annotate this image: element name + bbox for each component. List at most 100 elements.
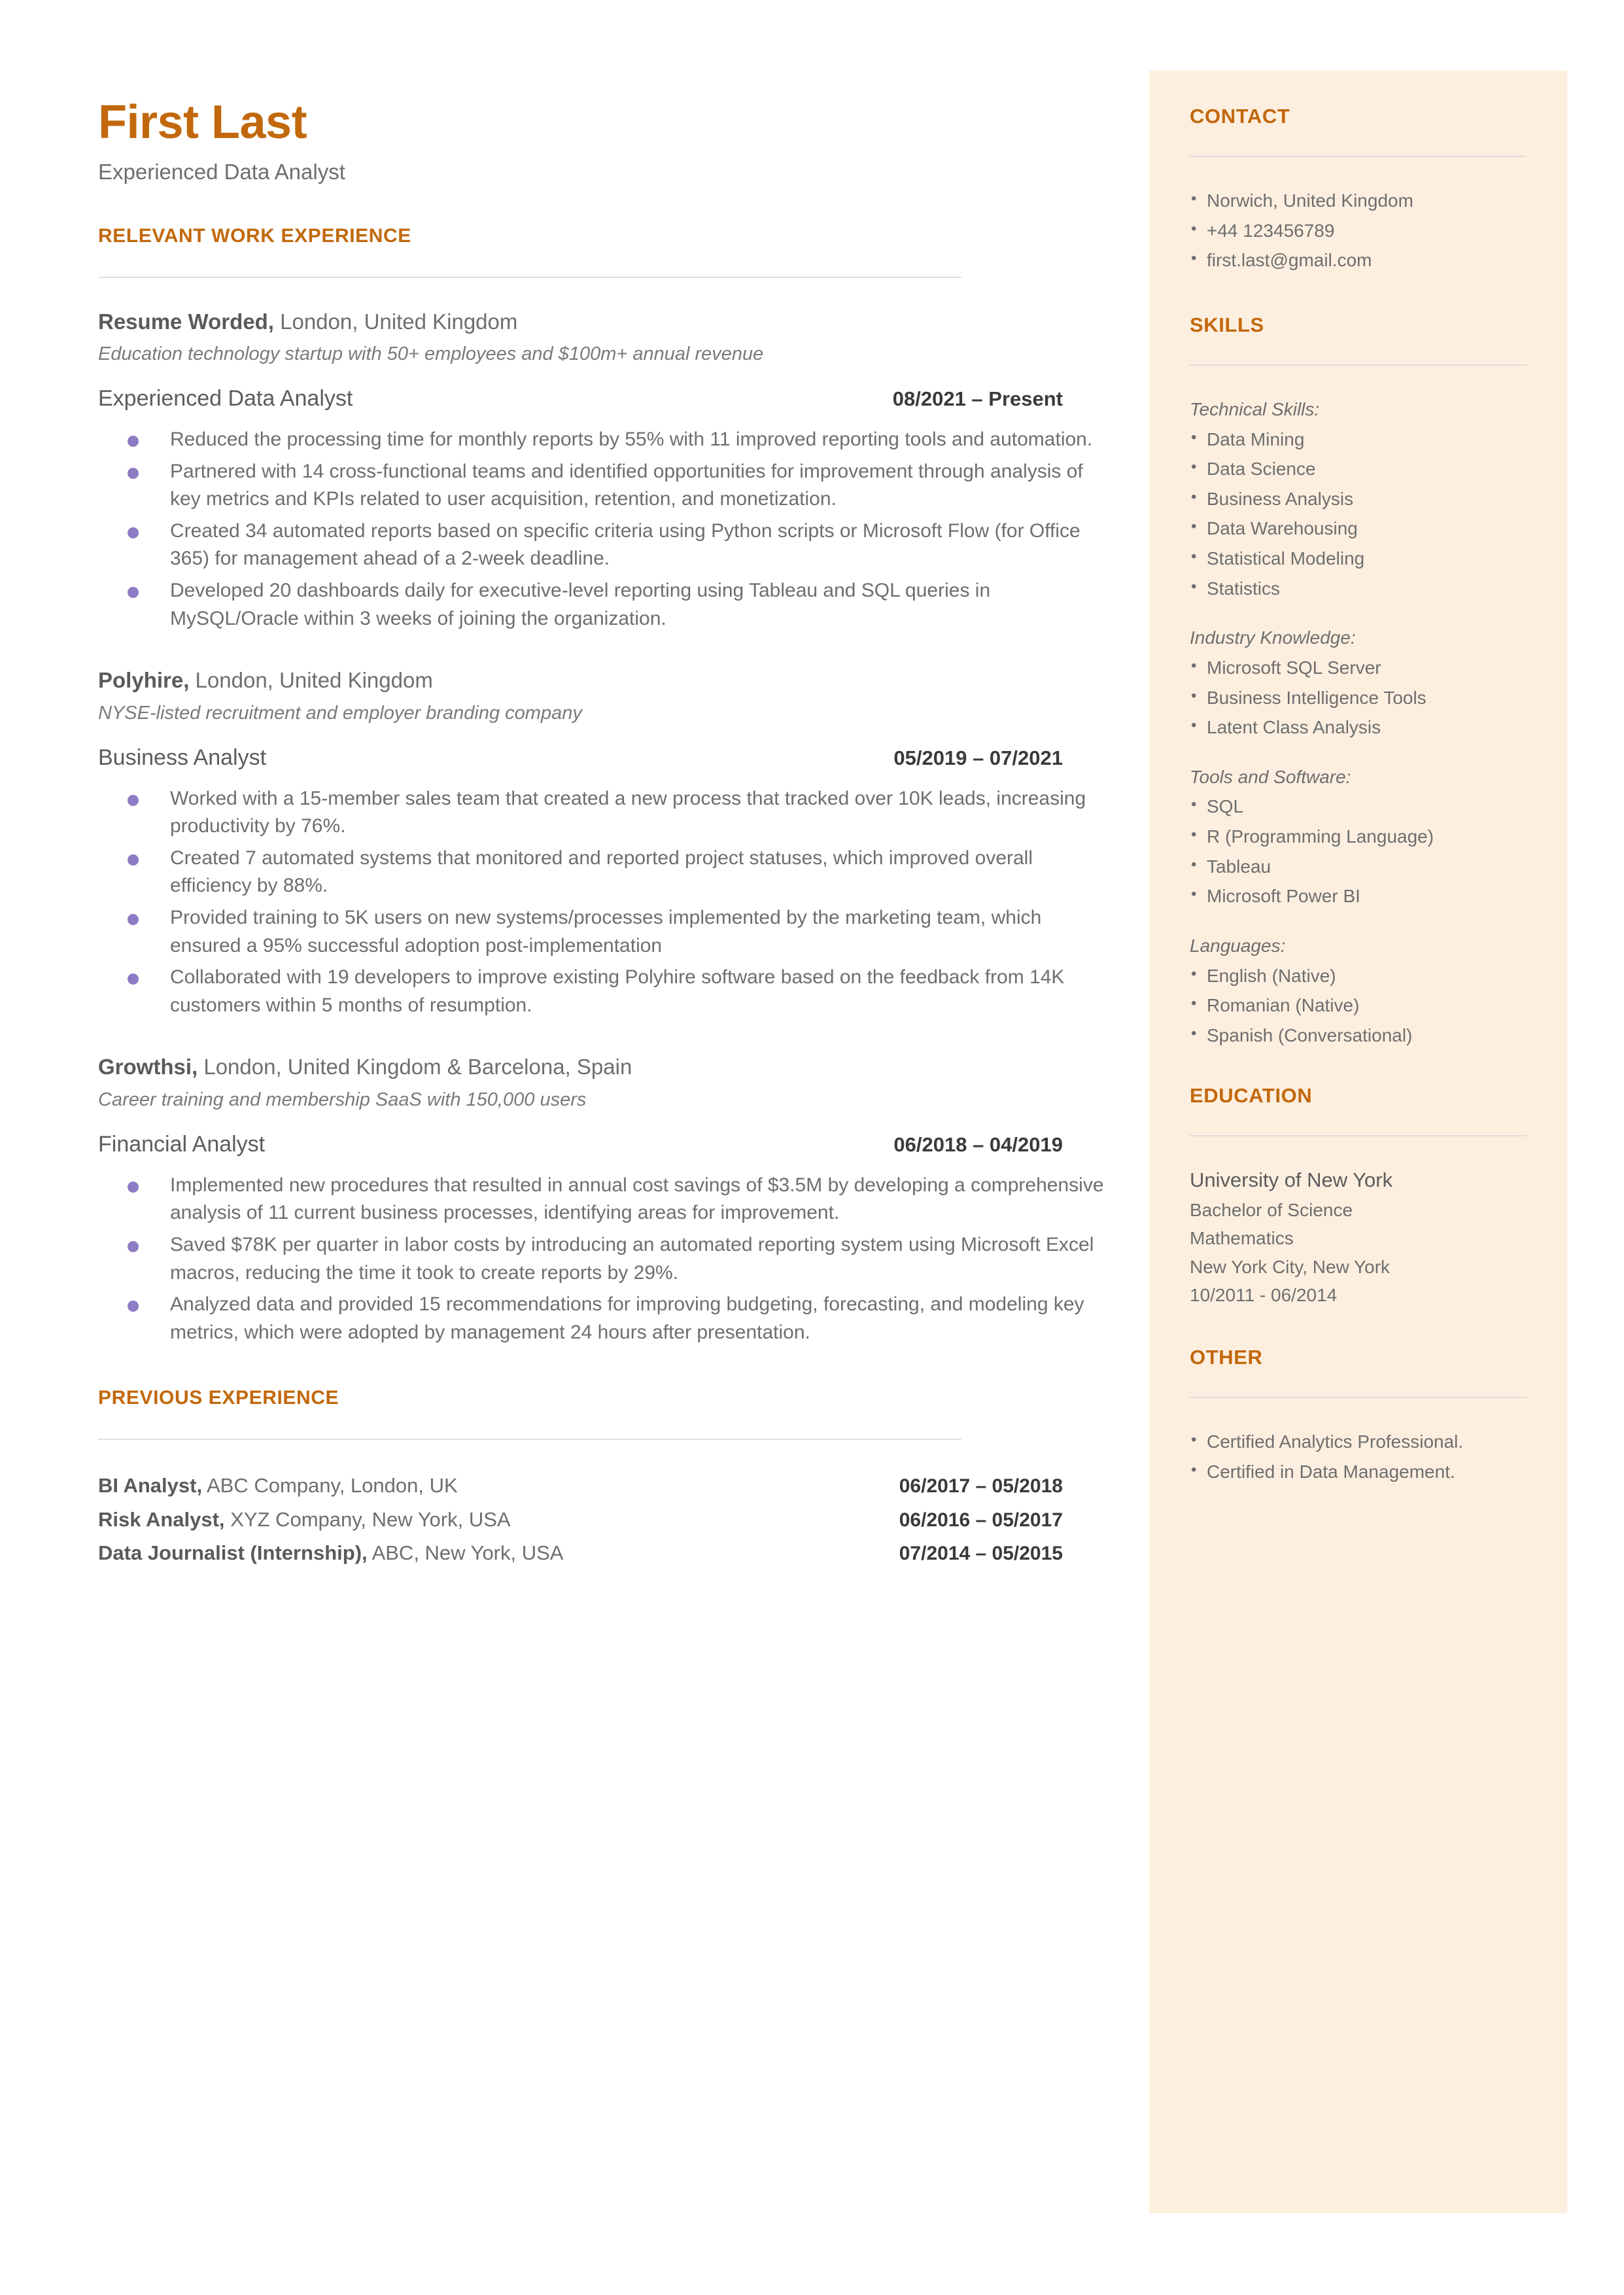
company-name: Growthsi, bbox=[98, 1055, 198, 1079]
role-row: Experienced Data Analyst 08/2021 – Presen… bbox=[98, 386, 1063, 412]
section-divider bbox=[98, 276, 961, 278]
section-heading-skills: SKILLS bbox=[1190, 313, 1264, 336]
company-name: Polyhire, bbox=[98, 668, 190, 693]
education-major: Mathematics bbox=[1190, 1228, 1294, 1249]
education-location: New York City, New York bbox=[1190, 1256, 1391, 1277]
skill-group-label: Industry Knowledge: bbox=[1190, 627, 1356, 648]
work-experience-list: Resume Worded, London, United Kingdom Edu… bbox=[98, 307, 1105, 1347]
skill-group-label: Languages: bbox=[1190, 935, 1286, 956]
company-location: London, United Kingdom bbox=[273, 309, 518, 334]
previous-experience-row: Data Journalist (Internship), ABC, New Y… bbox=[98, 1536, 1063, 1570]
main-column: First Last Experienced Data Analyst RELE… bbox=[98, 97, 1105, 1570]
previous-experience-label: BI Analyst, ABC Company, London, UK bbox=[98, 1469, 458, 1502]
skill-item: Romanian (Native) bbox=[1190, 990, 1527, 1021]
skill-item: Statistical Modeling bbox=[1190, 544, 1527, 574]
achievement-bullet: Reduced the processing time for monthly … bbox=[128, 426, 1105, 454]
company-description: NYSE-listed recruitment and employer bra… bbox=[98, 703, 582, 724]
previous-experience-row: BI Analyst, ABC Company, London, UK 06/20… bbox=[98, 1469, 1063, 1503]
role-title: Financial Analyst bbox=[98, 1131, 266, 1157]
previous-role-title: BI Analyst, bbox=[98, 1474, 203, 1498]
skill-item: Business Analysis bbox=[1190, 484, 1527, 514]
company-location: London, United Kingdom & Barcelona, Spai… bbox=[198, 1055, 632, 1079]
achievement-bullet: Worked with a 15-member sales team that … bbox=[128, 785, 1105, 841]
role-dates: 06/2018 – 04/2019 bbox=[893, 1132, 1063, 1156]
skill-item: Data Science bbox=[1190, 454, 1527, 484]
section-heading-work: RELEVANT WORK EXPERIENCE bbox=[98, 224, 411, 247]
contact-list: Norwich, United Kingdom+44 123456789firs… bbox=[1190, 186, 1527, 275]
skill-list: English (Native)Romanian (Native)Spanish… bbox=[1190, 961, 1527, 1051]
contact-item[interactable]: Norwich, United Kingdom bbox=[1190, 186, 1527, 216]
skill-item: Data Mining bbox=[1190, 425, 1527, 455]
skill-item: Spanish (Conversational) bbox=[1190, 1021, 1527, 1051]
skill-item: Statistics bbox=[1190, 574, 1527, 604]
company-line: Growthsi, London, United Kingdom & Barce… bbox=[98, 1052, 1105, 1083]
achievement-bullet: Partnered with 14 cross-functional teams… bbox=[128, 458, 1105, 514]
previous-role-dates: 07/2014 – 05/2015 bbox=[899, 1543, 1063, 1565]
contact-item[interactable]: +44 123456789 bbox=[1190, 216, 1527, 246]
achievement-bullet: Saved $78K per quarter in labor costs by… bbox=[128, 1231, 1105, 1287]
role-dates: 08/2021 – Present bbox=[892, 387, 1063, 411]
skill-item: Latent Class Analysis bbox=[1190, 712, 1527, 743]
education-degree: Bachelor of Science bbox=[1190, 1199, 1353, 1220]
section-heading-previous: PREVIOUS EXPERIENCE bbox=[98, 1387, 339, 1409]
skills-groups: Technical Skills: Data MiningData Science… bbox=[1190, 394, 1527, 1051]
achievement-bullet: Created 34 automated reports based on sp… bbox=[128, 517, 1105, 573]
section-heading-contact: CONTACT bbox=[1190, 105, 1290, 128]
education-school: University of New York bbox=[1190, 1168, 1393, 1192]
skill-item: Microsoft Power BI bbox=[1190, 881, 1527, 911]
previous-experience-label: Risk Analyst, XYZ Company, New York, USA bbox=[98, 1503, 511, 1536]
previous-role-detail: ABC Company, London, UK bbox=[202, 1474, 458, 1498]
other-item: Certified in Data Management. bbox=[1190, 1457, 1527, 1487]
skill-list: Data MiningData ScienceBusiness Analysis… bbox=[1190, 425, 1527, 604]
section-divider bbox=[1190, 1397, 1527, 1399]
skill-list: SQLR (Programming Language)TableauMicros… bbox=[1190, 792, 1527, 911]
skill-item: Tableau bbox=[1190, 852, 1527, 882]
work-experience-entry: Resume Worded, London, United Kingdom Edu… bbox=[98, 307, 1105, 633]
work-experience-entry: Growthsi, London, United Kingdom & Barce… bbox=[98, 1052, 1105, 1346]
previous-experience-row: Risk Analyst, XYZ Company, New York, USA… bbox=[98, 1503, 1063, 1537]
previous-experience-list: BI Analyst, ABC Company, London, UK 06/20… bbox=[98, 1469, 1105, 1570]
sidebar: CONTACT Norwich, United Kingdom+44 12345… bbox=[1149, 71, 1567, 2213]
skill-item: Business Intelligence Tools bbox=[1190, 683, 1527, 713]
skill-list: Microsoft SQL ServerBusiness Intelligenc… bbox=[1190, 653, 1527, 743]
role-row: Financial Analyst 06/2018 – 04/2019 bbox=[98, 1132, 1063, 1157]
education-entry: University of New York Bachelor of Scien… bbox=[1190, 1165, 1527, 1309]
achievement-bullet: Created 7 automated systems that monitor… bbox=[128, 845, 1105, 900]
section-heading-other: OTHER bbox=[1190, 1346, 1263, 1369]
skill-item: Data Warehousing bbox=[1190, 514, 1527, 544]
contact-item[interactable]: first.last@gmail.com bbox=[1190, 245, 1527, 275]
role-title: Experienced Data Analyst bbox=[98, 386, 353, 412]
role-row: Business Analyst 05/2019 – 07/2021 bbox=[98, 745, 1063, 771]
previous-role-title: Data Journalist (Internship), bbox=[98, 1541, 368, 1565]
company-description: Education technology startup with 50+ em… bbox=[98, 343, 764, 365]
achievement-bullet: Collaborated with 19 developers to impro… bbox=[128, 964, 1105, 1019]
achievement-list: Implemented new procedures that resulted… bbox=[98, 1172, 1105, 1347]
previous-role-dates: 06/2016 – 05/2017 bbox=[899, 1509, 1063, 1531]
company-name: Resume Worded, bbox=[98, 309, 274, 334]
skill-group-label: Tools and Software: bbox=[1190, 766, 1351, 787]
other-list: Certified Analytics Professional.Certifi… bbox=[1190, 1427, 1527, 1486]
role-dates: 05/2019 – 07/2021 bbox=[893, 746, 1063, 769]
achievement-bullet: Implemented new procedures that resulted… bbox=[128, 1172, 1105, 1227]
previous-role-dates: 06/2017 – 05/2018 bbox=[899, 1475, 1063, 1498]
achievement-list: Worked with a 15-member sales team that … bbox=[98, 785, 1105, 1020]
company-location: London, United Kingdom bbox=[189, 668, 433, 693]
section-divider bbox=[1190, 364, 1527, 366]
company-line: Resume Worded, London, United Kingdom bbox=[98, 307, 1105, 338]
work-experience-entry: Polyhire, London, United Kingdom NYSE-lis… bbox=[98, 665, 1105, 1019]
previous-role-detail: ABC, New York, USA bbox=[367, 1541, 564, 1565]
achievement-bullet: Analyzed data and provided 15 recommenda… bbox=[128, 1291, 1105, 1346]
previous-role-detail: XYZ Company, New York, USA bbox=[224, 1507, 511, 1531]
skill-item: R (Programming Language) bbox=[1190, 822, 1527, 852]
other-item: Certified Analytics Professional. bbox=[1190, 1427, 1527, 1457]
section-heading-education: EDUCATION bbox=[1190, 1084, 1313, 1108]
skill-group-label: Technical Skills: bbox=[1190, 398, 1320, 419]
previous-role-title: Risk Analyst, bbox=[98, 1507, 225, 1531]
headline-subtitle: Experienced Data Analyst bbox=[98, 159, 345, 184]
achievement-bullet: Developed 20 dashboards daily for execut… bbox=[128, 577, 1105, 633]
section-divider bbox=[98, 1439, 961, 1441]
achievement-list: Reduced the processing time for monthly … bbox=[98, 426, 1105, 633]
